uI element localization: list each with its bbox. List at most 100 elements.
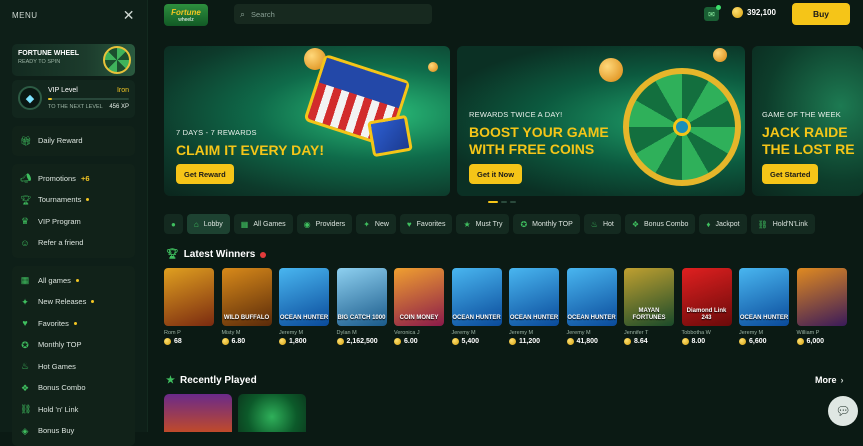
winner-card[interactable]: OCEAN HUNTER Jeremy M 6,600 bbox=[739, 268, 789, 345]
tab-label: Providers bbox=[315, 220, 346, 228]
grid-icon: ▦ bbox=[20, 275, 30, 286]
coin-icon bbox=[739, 338, 746, 345]
sidebar-item-label: Favorites bbox=[38, 318, 69, 328]
fortune-wheel-icon bbox=[623, 68, 741, 186]
tab-favorites[interactable]: ♥ Favorites bbox=[399, 214, 453, 234]
tab-new[interactable]: ✦ New bbox=[356, 214, 396, 234]
sidebar-item-label: Daily Reward bbox=[38, 136, 83, 146]
sidebar-item-label: Hold 'n' Link bbox=[38, 404, 79, 414]
sidebar-item-label: New Releases bbox=[38, 297, 87, 307]
buy-button[interactable]: Buy bbox=[792, 3, 850, 25]
logo[interactable]: Fortune wheelz bbox=[164, 4, 208, 26]
tab-providers[interactable]: ◉ Providers bbox=[296, 214, 353, 234]
tab-label: All Games bbox=[253, 220, 286, 228]
winner-card[interactable]: OCEAN HUNTER Jeremy M 11,200 bbox=[509, 268, 559, 345]
sidebar-item[interactable]: ◈ Bonus Buy bbox=[12, 420, 135, 442]
winner-name: Jeremy M bbox=[509, 330, 534, 336]
get-reward-button[interactable]: Get Reward bbox=[176, 164, 234, 184]
close-icon[interactable]: ✕ bbox=[123, 7, 135, 24]
game-title: OCEAN HUNTER bbox=[452, 315, 501, 321]
new-dot-icon bbox=[75, 278, 79, 282]
recent-game-tile[interactable] bbox=[164, 394, 232, 432]
coin-icon bbox=[624, 338, 631, 345]
tab-bonus-combo[interactable]: ❖ Bonus Combo bbox=[624, 214, 696, 234]
banner-daily-reward[interactable]: 7 DAYS - 7 REWARDS CLAIM IT EVERY DAY! G… bbox=[164, 46, 450, 196]
winner-amount-value: 6,000 bbox=[806, 338, 825, 345]
tab-lobby[interactable]: ⌂ Lobby bbox=[186, 214, 230, 234]
tab-hold-n-link[interactable]: ⛓︎ Hold'N'Link bbox=[750, 214, 815, 234]
winner-card[interactable]: BIG CATCH 1000 Dylan M 2,162,500 bbox=[336, 268, 387, 345]
game-title: BIG CATCH 1000 bbox=[337, 315, 386, 321]
fire-icon: ♨ bbox=[20, 361, 30, 372]
search-input[interactable]: ⌕ Search bbox=[234, 4, 432, 24]
crown-icon: ♛ bbox=[20, 216, 30, 227]
winner-amount: 1,800 bbox=[279, 338, 329, 345]
category-tabs: ● ⌂ Lobby ▦ All Games ◉ Providers ✦ New ♥ Favorite… bbox=[164, 214, 815, 234]
banner-pager[interactable] bbox=[488, 201, 516, 203]
winner-amount-value: 5,400 bbox=[461, 338, 480, 345]
winner-name: Jeremy M bbox=[451, 330, 476, 336]
game-title: WILD BUFFALO bbox=[223, 315, 270, 321]
tab-label: Hold'N'Link bbox=[772, 220, 808, 228]
winner-card[interactable]: MAYAN FORTUNES Jennifer T 8.64 bbox=[624, 268, 674, 345]
sidebar-item[interactable]: ♛ VIP Program bbox=[12, 211, 135, 233]
tab-label: Monthly TOP bbox=[532, 220, 573, 228]
tab-jackpot[interactable]: ♦ Jackpot bbox=[699, 214, 747, 234]
tab-hot[interactable]: ♨ Hot bbox=[583, 214, 621, 234]
medal-icon: ✪ bbox=[520, 219, 528, 229]
get-started-button[interactable]: Get Started bbox=[762, 164, 819, 184]
game-title: MAYAN FORTUNES bbox=[632, 308, 666, 321]
sidebar-item[interactable]: ❖ Bonus Combo bbox=[12, 377, 135, 399]
sidebar-item[interactable]: ☺ Refer a friend bbox=[12, 232, 135, 254]
sidebar-item-label: Promotions bbox=[38, 173, 76, 183]
tab-featured[interactable]: ● bbox=[164, 214, 183, 234]
winner-card[interactable]: OCEAN HUNTER Jeremy M 5,400 bbox=[451, 268, 502, 345]
sidebar-item[interactable]: ⛓︎ Hold 'n' Link bbox=[12, 399, 135, 421]
winner-amount-value: 1,800 bbox=[289, 338, 307, 345]
winner-card[interactable]: OCEAN HUNTER Jeremy M 41,800 bbox=[566, 268, 617, 345]
winner-card[interactable]: WILD BUFFALO Misty M 6.80 bbox=[221, 268, 272, 345]
banner-game-of-week[interactable]: GAME OF THE WEEK JACK RAIDE THE LOST RE … bbox=[752, 46, 863, 196]
get-it-now-button[interactable]: Get it Now bbox=[469, 164, 523, 184]
tab-must-try[interactable]: ★ Must Try bbox=[456, 214, 510, 234]
banner-free-coins[interactable]: REWARDS TWICE A DAY! BOOST YOUR GAME WIT… bbox=[457, 46, 745, 196]
game-thumbnail: OCEAN HUNTER bbox=[279, 268, 329, 326]
coin-icon bbox=[732, 7, 743, 18]
winner-amount-value: 8.00 bbox=[691, 338, 706, 345]
vip-level-card[interactable]: ◆ VIP Level Iron TO THE NEXT LEVEL 456 X… bbox=[12, 80, 135, 118]
recent-game-tile[interactable] bbox=[238, 394, 306, 432]
vip-level-value: Iron bbox=[116, 87, 129, 94]
tab-label: Bonus Combo bbox=[644, 220, 689, 228]
winner-card[interactable]: Diamond Link 243 Tobbotha W 8.00 bbox=[681, 268, 732, 345]
winner-card[interactable]: Rom P 68 bbox=[164, 268, 214, 345]
tab-monthly-top[interactable]: ✪ Monthly TOP bbox=[513, 214, 580, 234]
sidebar-item[interactable]: 🎁︎ Daily Reward bbox=[12, 130, 135, 152]
winner-card[interactable]: William P 6,000 bbox=[796, 268, 847, 345]
sidebar-item[interactable]: 🏆︎ Tournaments bbox=[12, 189, 135, 211]
sidebar-item[interactable]: 📣︎ Promotions +6 bbox=[12, 168, 135, 190]
game-title: OCEAN HUNTER bbox=[279, 315, 329, 321]
tab-label: New bbox=[374, 220, 389, 228]
sidebar-item[interactable]: ♨ Hot Games bbox=[12, 356, 135, 378]
fortune-wheel-card[interactable]: FORTUNE WHEEL READY TO SPIN bbox=[12, 44, 135, 76]
more-label: More bbox=[815, 375, 837, 385]
winner-amount-value: 6.00 bbox=[404, 338, 418, 345]
sidebar-item[interactable]: ♥ Favorites bbox=[12, 313, 135, 335]
sidebar: MENU ✕ FORTUNE WHEEL READY TO SPIN ◆ VIP… bbox=[0, 0, 148, 446]
sidebar-item[interactable]: ✪ Monthly TOP bbox=[12, 334, 135, 356]
winner-name: William P bbox=[796, 330, 820, 336]
sidebar-item-label: VIP Program bbox=[38, 216, 81, 226]
banner-title: CLAIM IT EVERY DAY! bbox=[176, 142, 325, 158]
banner-title-line2: THE LOST RE bbox=[762, 141, 855, 157]
winner-card[interactable]: OCEAN HUNTER Jeremy M 1,800 bbox=[279, 268, 329, 345]
chat-icon[interactable]: 💬︎ bbox=[828, 396, 858, 426]
tab-label: Hot bbox=[602, 220, 614, 228]
tab-all-games[interactable]: ▦ All Games bbox=[233, 214, 293, 234]
winner-card[interactable]: COIN MONEY Veronica J 6.00 bbox=[394, 268, 444, 345]
notification-icon[interactable]: ✉ bbox=[704, 5, 721, 21]
winner-name: Rom P bbox=[164, 330, 181, 336]
next-level-label: TO THE NEXT LEVEL bbox=[48, 104, 103, 110]
more-link[interactable]: More › bbox=[815, 375, 844, 385]
sidebar-item[interactable]: ▦ All games bbox=[12, 270, 135, 292]
sidebar-item[interactable]: ✦ New Releases bbox=[12, 291, 135, 313]
